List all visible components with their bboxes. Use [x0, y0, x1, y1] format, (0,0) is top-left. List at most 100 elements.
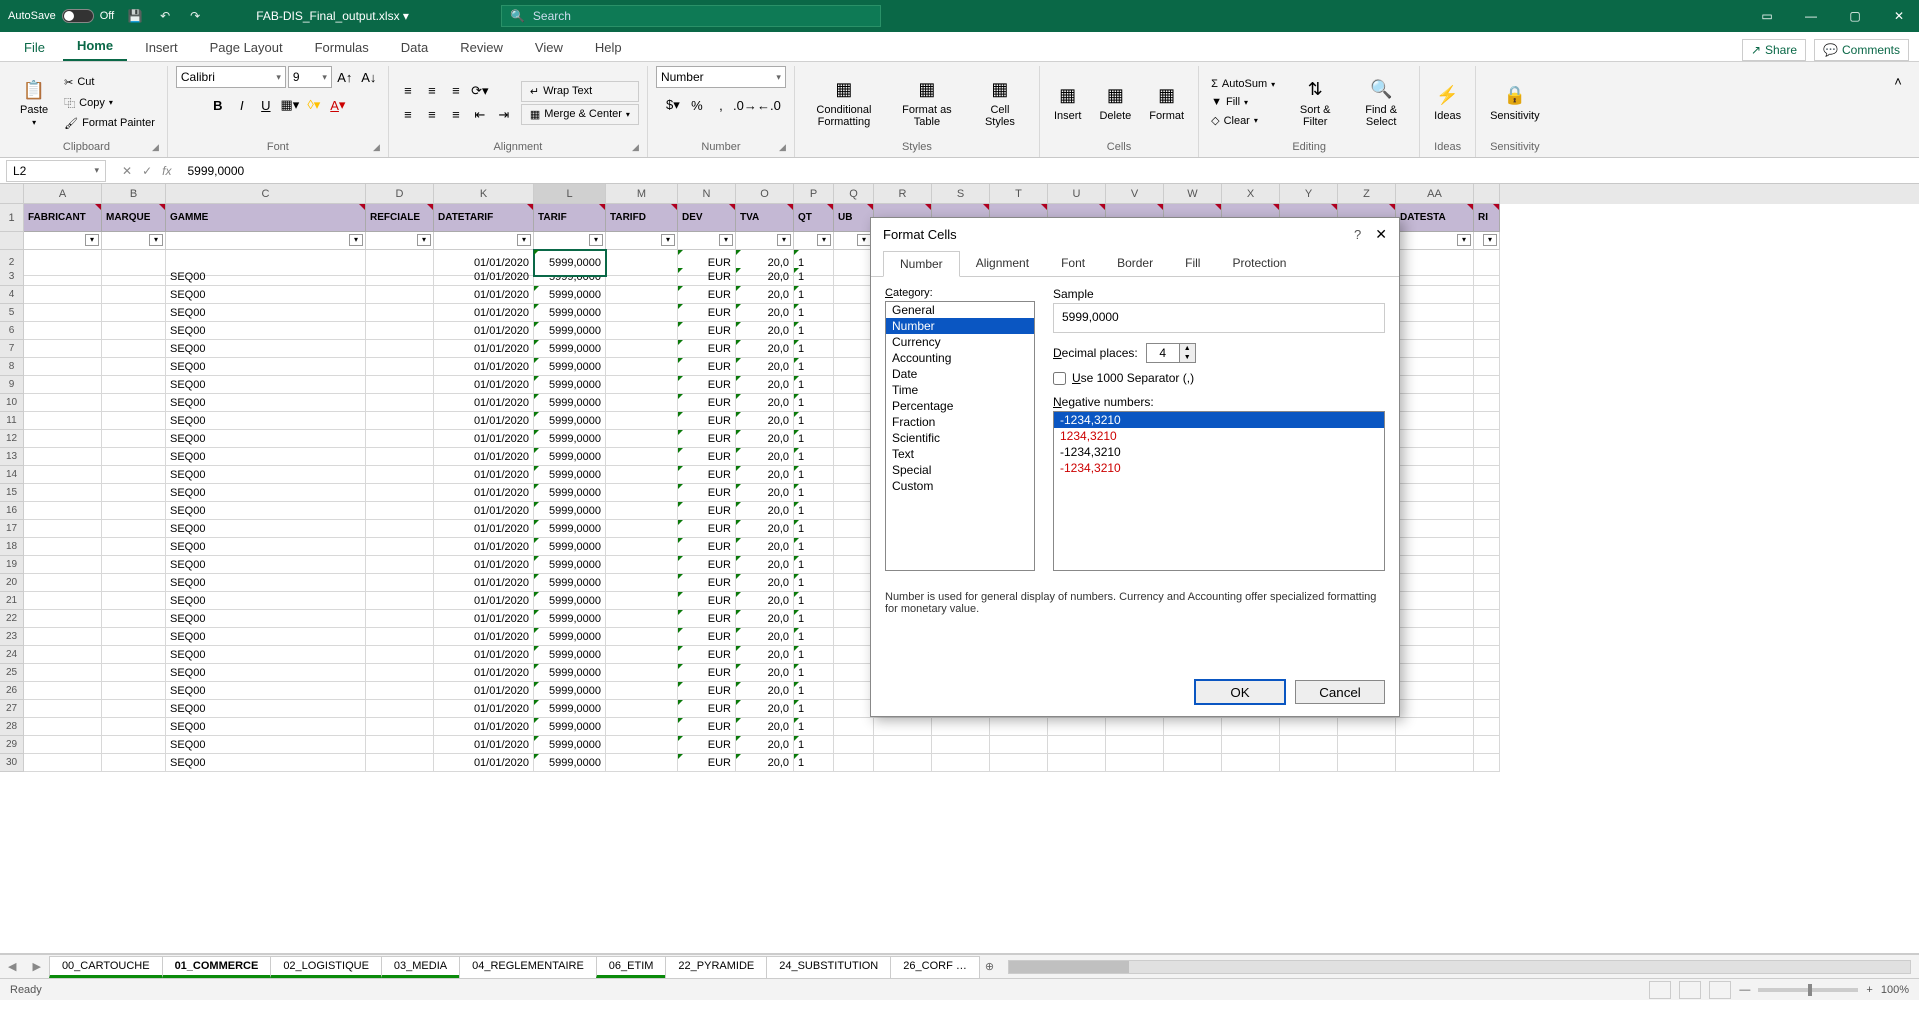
cell[interactable]	[24, 574, 102, 592]
cell[interactable]	[834, 754, 874, 772]
cell[interactable]: 5999,0000	[534, 376, 606, 394]
ribbon-display-icon[interactable]: ▭	[1755, 9, 1779, 23]
fill-button[interactable]: ▼Fill▾	[1207, 94, 1279, 110]
sheet-tab[interactable]: 24_SUBSTITUTION	[766, 956, 891, 978]
cell[interactable]	[366, 538, 434, 556]
row-header[interactable]: 16	[0, 502, 24, 520]
cell[interactable]: EUR	[678, 538, 736, 556]
cell[interactable]	[1396, 430, 1474, 448]
step-up-icon[interactable]: ▲	[1180, 344, 1195, 353]
filter-dropdown-icon[interactable]: ▾	[417, 234, 431, 246]
cell[interactable]	[1048, 718, 1106, 736]
cell[interactable]: 1	[794, 520, 834, 538]
cell[interactable]: EUR	[678, 610, 736, 628]
cell[interactable]	[366, 502, 434, 520]
cell[interactable]	[874, 754, 932, 772]
insert-cells-button[interactable]: ▦Insert	[1048, 82, 1088, 124]
cell[interactable]	[24, 610, 102, 628]
cell[interactable]	[834, 358, 874, 376]
cell[interactable]	[102, 592, 166, 610]
cell[interactable]: SEQ00	[166, 700, 366, 718]
zoom-level[interactable]: 100%	[1881, 984, 1909, 996]
cell[interactable]	[1474, 430, 1500, 448]
fill-color-button[interactable]: ◊▾	[303, 94, 325, 116]
copy-button[interactable]: ⿻Copy▾	[60, 93, 159, 113]
cell[interactable]	[834, 592, 874, 610]
filter-dropdown-icon[interactable]: ▾	[661, 234, 675, 246]
category-item[interactable]: Fraction	[886, 414, 1034, 430]
cell[interactable]: 1	[794, 538, 834, 556]
cell[interactable]	[1396, 628, 1474, 646]
cell[interactable]: 5999,0000	[534, 556, 606, 574]
border-button[interactable]: ▦▾	[279, 94, 301, 116]
cell[interactable]	[1474, 664, 1500, 682]
row-header[interactable]: 13	[0, 448, 24, 466]
cell[interactable]	[102, 448, 166, 466]
cell[interactable]: 5999,0000	[534, 592, 606, 610]
cell[interactable]	[834, 574, 874, 592]
cell[interactable]	[606, 358, 678, 376]
cell[interactable]	[1396, 376, 1474, 394]
cell[interactable]	[102, 304, 166, 322]
increase-font-icon[interactable]: A↑	[334, 66, 356, 88]
dialog-tab[interactable]: Alignment	[960, 251, 1045, 276]
paste-button[interactable]: 📋Paste▾	[14, 76, 54, 129]
cell[interactable]: EUR	[678, 664, 736, 682]
cell[interactable]	[24, 394, 102, 412]
cell[interactable]	[1048, 736, 1106, 754]
dec-indent-icon[interactable]: ⇤	[469, 104, 491, 126]
row-header[interactable]: 28	[0, 718, 24, 736]
cell[interactable]: SEQ00	[166, 484, 366, 502]
cell[interactable]: 5999,0000	[534, 394, 606, 412]
cell[interactable]	[1474, 682, 1500, 700]
cell[interactable]: SEQ00	[166, 268, 366, 286]
sheet-tab[interactable]: 03_MEDIA	[381, 956, 460, 978]
cell[interactable]: SEQ00	[166, 340, 366, 358]
cell[interactable]	[606, 520, 678, 538]
cell[interactable]	[24, 430, 102, 448]
cell[interactable]	[606, 754, 678, 772]
dialog-tab[interactable]: Number	[883, 251, 960, 277]
cell[interactable]: EUR	[678, 700, 736, 718]
cell[interactable]: 1	[794, 700, 834, 718]
cell[interactable]	[1396, 268, 1474, 286]
cell[interactable]: 01/01/2020	[434, 322, 534, 340]
cell[interactable]	[24, 628, 102, 646]
cell[interactable]: SEQ00	[166, 628, 366, 646]
dialog-tab[interactable]: Fill	[1169, 251, 1216, 276]
cell[interactable]	[834, 736, 874, 754]
cell[interactable]	[366, 628, 434, 646]
cell[interactable]	[834, 466, 874, 484]
cell[interactable]	[606, 574, 678, 592]
cell[interactable]: 01/01/2020	[434, 610, 534, 628]
cell[interactable]: 20,0	[736, 628, 794, 646]
cell[interactable]: 5999,0000	[534, 574, 606, 592]
cell[interactable]	[366, 484, 434, 502]
cell[interactable]: 01/01/2020	[434, 358, 534, 376]
tab-formulas[interactable]: Formulas	[301, 34, 383, 61]
filter-dropdown-icon[interactable]: ▾	[589, 234, 603, 246]
sheet-nav-next-icon[interactable]: ▶	[24, 960, 48, 973]
cell[interactable]	[366, 376, 434, 394]
cell[interactable]: SEQ00	[166, 394, 366, 412]
cell[interactable]	[606, 286, 678, 304]
cell[interactable]: EUR	[678, 502, 736, 520]
filter-dropdown-icon[interactable]: ▾	[857, 234, 871, 246]
cell[interactable]: SEQ00	[166, 304, 366, 322]
dialog-tab[interactable]: Border	[1101, 251, 1169, 276]
cell[interactable]	[366, 664, 434, 682]
cell[interactable]	[24, 304, 102, 322]
ok-button[interactable]: OK	[1195, 680, 1285, 704]
cell[interactable]	[24, 358, 102, 376]
cell[interactable]	[102, 358, 166, 376]
negative-format-item[interactable]: 1234,3210	[1054, 428, 1384, 444]
checkbox-input[interactable]	[1053, 372, 1066, 385]
cell[interactable]	[1280, 754, 1338, 772]
negative-format-item[interactable]: -1234,3210	[1054, 460, 1384, 476]
cut-button[interactable]: ✂Cut	[60, 74, 159, 91]
cell[interactable]	[606, 430, 678, 448]
cell[interactable]: 01/01/2020	[434, 556, 534, 574]
number-format-combo[interactable]: Number▾	[656, 66, 786, 88]
view-break-icon[interactable]	[1709, 981, 1731, 999]
cancel-fx-icon[interactable]: ✕	[122, 164, 132, 178]
